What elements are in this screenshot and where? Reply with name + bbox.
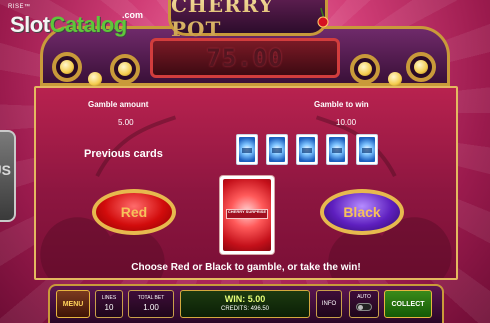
black-button[interactable]: Black — [320, 189, 404, 235]
previous-card — [296, 134, 318, 165]
auto-label: AUTO — [357, 294, 371, 300]
collect-button[interactable]: COLLECT — [384, 290, 432, 318]
game-title: CHERRY POT — [171, 0, 325, 41]
light-bulb — [118, 62, 132, 76]
total-bet-value: 1.00 — [143, 303, 159, 312]
lines-label: LINES — [101, 295, 117, 301]
gamble-to-win-label: Gamble to win — [314, 100, 369, 109]
brand-slot: Slot — [10, 12, 50, 37]
gamble-to-win-value: 10.00 — [336, 118, 357, 127]
brand-name: SlotCatalog — [10, 12, 127, 38]
brand-catalog: Catalog — [49, 12, 128, 37]
cherry-icon — [317, 7, 329, 28]
win-amount: WIN: 5.00 — [224, 294, 266, 304]
total-bet-label: TOTAL BET — [137, 295, 165, 301]
card-logo-band: CHERRY SURPRISE — [226, 209, 268, 219]
light-bulb — [388, 72, 402, 86]
game-stage: RISE™ SlotCatalog .com CHERRY POT 75.00 … — [0, 0, 490, 323]
previous-card — [326, 134, 348, 165]
autoplay-toggle[interactable]: AUTO — [349, 290, 379, 318]
info-button[interactable]: INFO — [316, 290, 342, 318]
light-bulb — [88, 72, 102, 86]
current-card-back: CHERRY SURPRISE — [220, 176, 274, 254]
gamble-amount-value: 5.00 — [118, 118, 134, 127]
side-panel-left: US — [0, 130, 16, 222]
win-credits-box: WIN: 5.00 CREDITS: 496.50 — [180, 290, 310, 318]
light-bulb — [358, 62, 372, 76]
side-panel-text: US — [0, 162, 11, 178]
red-button[interactable]: Red — [92, 189, 176, 235]
lines-value: 10 — [104, 303, 114, 312]
lines-box: LINES 10 — [95, 290, 123, 318]
win-display: 75.00 — [150, 38, 340, 78]
win-display-value: 75.00 — [206, 44, 284, 72]
total-bet-box[interactable]: TOTAL BET 1.00 — [128, 290, 174, 318]
red-button-label: Red — [120, 204, 148, 220]
previous-cards-label: Previous cards — [84, 148, 163, 160]
light-bulb — [414, 60, 428, 74]
menu-button[interactable]: MENU — [56, 290, 90, 318]
previous-card — [356, 134, 378, 165]
previous-card — [266, 134, 288, 165]
credits-amount: CREDITS: 496.50 — [220, 306, 270, 312]
previous-card — [236, 134, 258, 165]
gamble-instructions: Choose Red or Black to gamble, or take t… — [131, 262, 361, 273]
black-button-label: Black — [343, 204, 381, 220]
auto-switch-icon[interactable] — [356, 303, 372, 311]
gamble-panel: Gamble amount 5.00 Gamble to win 10.00 P… — [34, 86, 458, 280]
light-bulb — [60, 60, 74, 74]
gamble-amount-label: Gamble amount — [88, 100, 149, 109]
game-title-marquee: CHERRY POT — [168, 0, 328, 41]
brand-com: .com — [122, 10, 144, 20]
brand-small-text: RISE™ — [8, 4, 31, 10]
